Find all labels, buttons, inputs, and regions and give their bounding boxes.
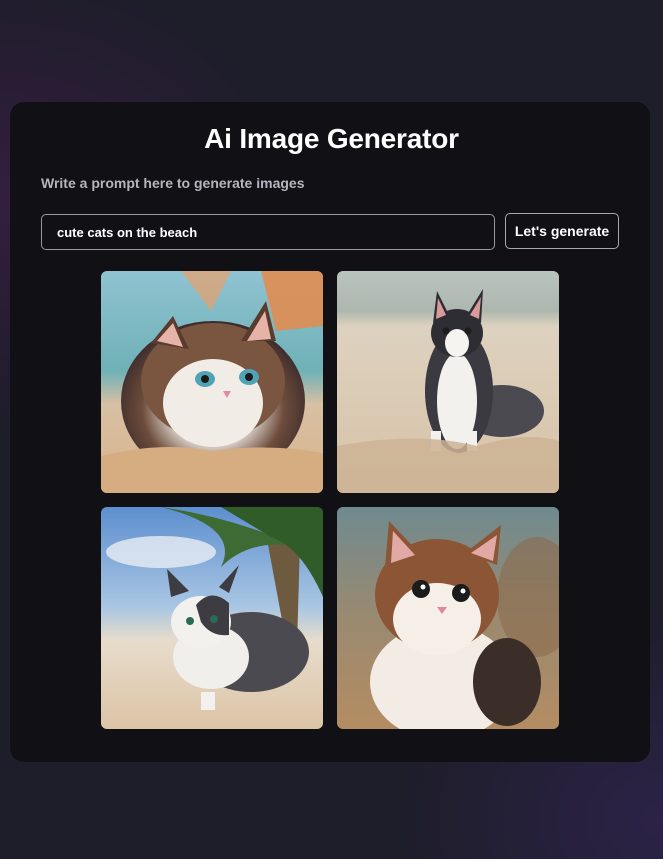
- generated-image-1[interactable]: [101, 271, 323, 493]
- prompt-input[interactable]: [41, 214, 495, 250]
- page-title: Ai Image Generator: [204, 123, 459, 154]
- cat-on-beach-image: [101, 507, 323, 729]
- cat-on-beach-image: [101, 271, 323, 493]
- generated-image-2[interactable]: [337, 271, 559, 493]
- generated-image-4[interactable]: [337, 507, 559, 729]
- generated-image-3[interactable]: [101, 507, 323, 729]
- prompt-instructions: Write a prompt here to generate images: [41, 175, 305, 191]
- cat-on-beach-image: [337, 507, 559, 729]
- generate-button[interactable]: Let's generate: [505, 213, 619, 249]
- cat-on-beach-image: [337, 271, 559, 493]
